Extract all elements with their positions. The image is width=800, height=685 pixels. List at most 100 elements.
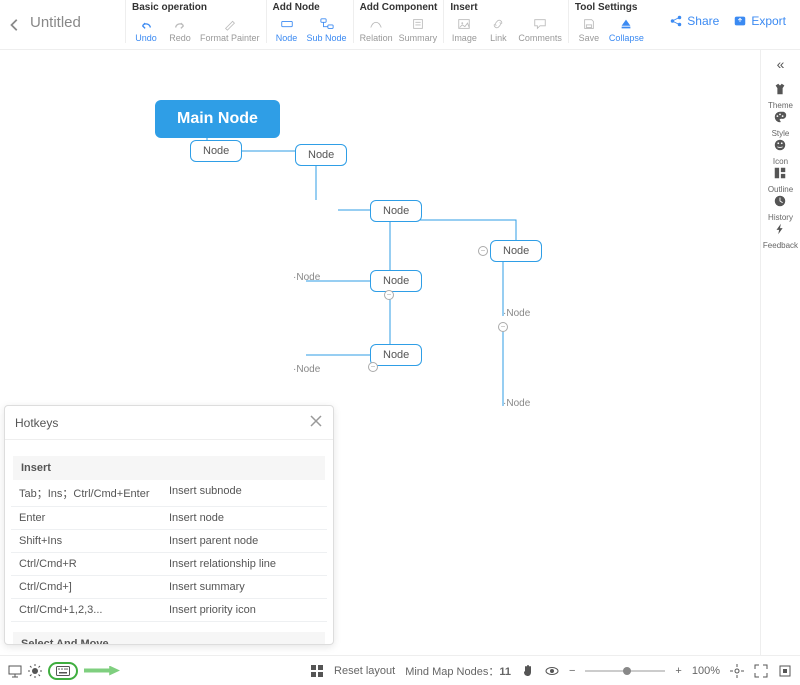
mindmap-node-plain[interactable]: ·Node <box>503 308 530 319</box>
hotkeys-row: EnterInsert node <box>11 507 327 530</box>
hotkeys-key: Enter <box>19 512 169 524</box>
side-item-label: Feedback <box>763 241 798 250</box>
image-icon <box>456 17 472 31</box>
side-item-label: Theme <box>768 101 793 110</box>
fit-icon[interactable] <box>778 664 792 678</box>
save-button[interactable]: Save <box>575 17 603 43</box>
tool-group: Tool SettingsSaveCollapse <box>568 0 650 43</box>
mindmap-node[interactable]: Node <box>370 344 422 366</box>
tool-item-label: Save <box>579 33 600 43</box>
hint-arrow-icon <box>84 666 120 676</box>
node-icon <box>279 17 295 31</box>
mindmap-node-plain[interactable]: ·Node <box>293 364 320 375</box>
tool-item-label: Image <box>452 33 477 43</box>
tool-item-label: Relation <box>360 33 393 43</box>
tool-group: Insert Image Link Comments <box>443 0 568 43</box>
hotkeys-desc: Insert priority icon <box>169 604 319 616</box>
hotkeys-close-button[interactable] <box>309 414 323 431</box>
chevron-left-icon <box>8 18 22 32</box>
theme-panel[interactable]: Theme <box>763 82 798 110</box>
hotkeys-key: Ctrl/Cmd+1,2,3... <box>19 604 169 616</box>
save-icon <box>581 17 597 31</box>
insert-link-button[interactable]: Link <box>484 17 512 43</box>
icon-panel[interactable]: Icon <box>763 138 798 166</box>
hotkeys-panel: Hotkeys InsertTab；Ins；Ctrl/Cmd+EnterInse… <box>4 405 334 645</box>
main-node[interactable]: Main Node <box>155 100 280 138</box>
share-button[interactable]: Share <box>669 14 719 28</box>
tool-group: Add NodeNodeSub Node <box>266 0 353 43</box>
hotkeys-row: Tab；Ins；Ctrl/Cmd+EnterInsert subnode <box>11 480 327 507</box>
zoom-out-button[interactable]: − <box>569 665 575 677</box>
hotkeys-section-title: Insert <box>13 456 325 480</box>
insert-image-button[interactable]: Image <box>450 17 478 43</box>
export-icon <box>733 14 747 28</box>
outline-panel[interactable]: Outline <box>763 166 798 194</box>
bolt-icon <box>773 222 787 239</box>
add-relation-button[interactable]: Relation <box>360 17 393 43</box>
status-bar: Reset layout Mind Map Nodes：11 − + 100% <box>0 655 800 685</box>
tool-group-title: Add Component <box>360 2 438 13</box>
back-button[interactable] <box>0 0 30 50</box>
subnode-icon <box>319 17 335 31</box>
relation-icon <box>368 17 384 31</box>
tool-item-label: Undo <box>135 33 157 43</box>
reset-layout-button[interactable]: Reset layout <box>334 665 395 677</box>
tool-item-label: Link <box>490 33 507 43</box>
tool-item-label: Comments <box>518 33 562 43</box>
side-collapse-button[interactable]: « <box>777 56 785 72</box>
hand-icon[interactable] <box>521 664 535 678</box>
collapse-button[interactable]: Collapse <box>609 17 644 43</box>
zoom-in-button[interactable]: + <box>675 665 681 677</box>
brightness-icon[interactable] <box>28 664 42 678</box>
layout-grid-icon[interactable] <box>310 664 324 678</box>
mindmap-node[interactable]: Node <box>370 200 422 222</box>
mindmap-node[interactable]: Node <box>295 144 347 166</box>
format-painter-button[interactable]: Format Painter <box>200 17 260 43</box>
export-button[interactable]: Export <box>733 14 786 28</box>
keyboard-button[interactable] <box>48 662 78 680</box>
header-actions: Share Export <box>669 0 800 28</box>
header: Untitled Basic operation Undo Redo Format P… <box>0 0 800 50</box>
share-label: Share <box>687 14 719 28</box>
side-item-label: Style <box>772 129 790 138</box>
hotkeys-desc: Insert subnode <box>169 485 319 501</box>
eye-icon[interactable] <box>545 664 559 678</box>
hotkeys-key: Tab；Ins；Ctrl/Cmd+Enter <box>19 485 169 501</box>
tool-group-title: Insert <box>450 2 562 13</box>
hotkeys-desc: Insert node <box>169 512 319 524</box>
add-node-button[interactable]: Node <box>273 17 301 43</box>
mindmap-node-plain[interactable]: ·Node <box>503 398 530 409</box>
collapse-toggle[interactable]: − <box>478 246 488 256</box>
collapse-toggle[interactable]: − <box>498 322 508 332</box>
feedback-panel[interactable]: Feedback <box>763 222 798 250</box>
close-icon <box>309 414 323 428</box>
tool-item-label: Format Painter <box>200 33 260 43</box>
keyboard-icon <box>56 664 70 678</box>
collapse-toggle[interactable]: − <box>384 290 394 300</box>
history-panel[interactable]: History <box>763 194 798 222</box>
add-subnode-button[interactable]: Sub Node <box>307 17 347 43</box>
insert-comments-button[interactable]: Comments <box>518 17 562 43</box>
hotkeys-key: Ctrl/Cmd+] <box>19 581 169 593</box>
collapse-toggle[interactable]: − <box>368 362 378 372</box>
hotkeys-row: Ctrl/Cmd+]Insert summary <box>11 576 327 599</box>
outline-icon <box>773 166 787 183</box>
tool-item-label: Redo <box>169 33 191 43</box>
collapse-icon <box>618 17 634 31</box>
tool-group-title: Basic operation <box>132 2 260 13</box>
mindmap-node[interactable]: Node <box>190 140 242 162</box>
style-panel[interactable]: Style <box>763 110 798 138</box>
fullscreen-icon[interactable] <box>754 664 768 678</box>
add-summary-button[interactable]: Summary <box>399 17 438 43</box>
side-panel: « Theme StyleIconOutlineHistory Feedback <box>760 50 800 655</box>
mindmap-node-plain[interactable]: ·Node <box>293 272 320 283</box>
zoom-slider[interactable] <box>585 670 665 672</box>
presentation-icon[interactable] <box>8 664 22 678</box>
redo-button[interactable]: Redo <box>166 17 194 43</box>
center-icon[interactable] <box>730 664 744 678</box>
document-title[interactable]: Untitled <box>30 0 125 31</box>
mindmap-node[interactable]: Node <box>370 270 422 292</box>
undo-button[interactable]: Undo <box>132 17 160 43</box>
mindmap-node[interactable]: Node <box>490 240 542 262</box>
tool-group: Basic operation Undo Redo Format Painter <box>125 0 266 43</box>
